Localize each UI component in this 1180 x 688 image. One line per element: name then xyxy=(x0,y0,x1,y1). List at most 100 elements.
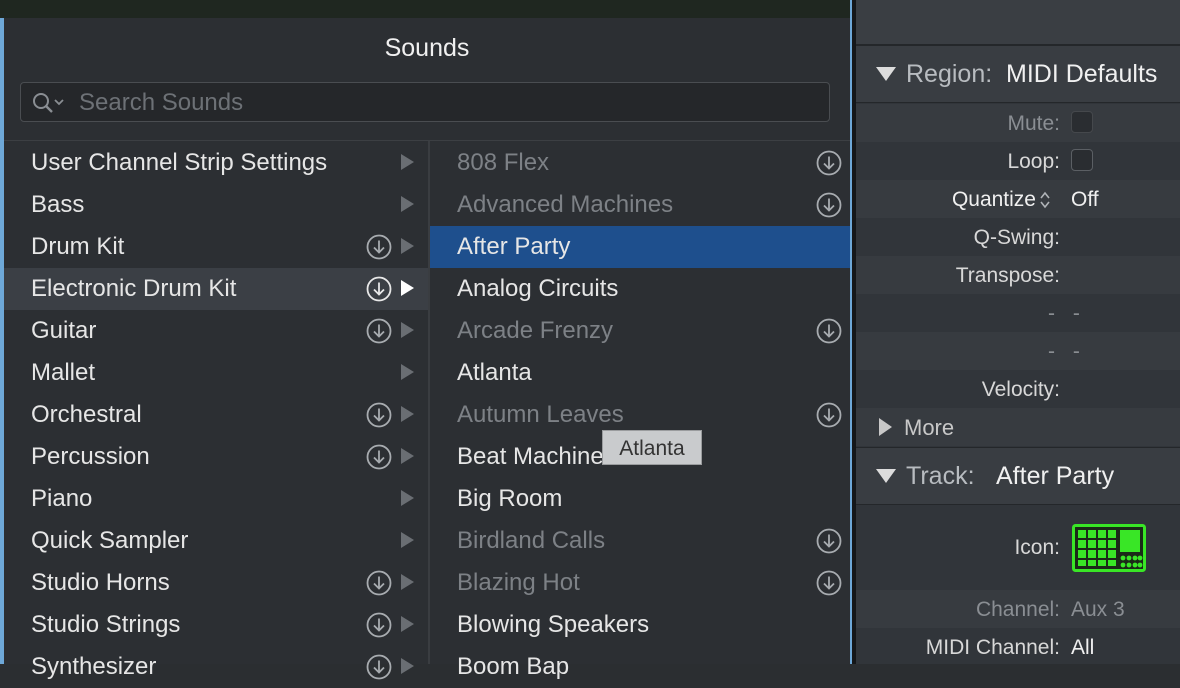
category-item[interactable]: Studio Horns xyxy=(4,562,428,604)
category-label: Quick Sampler xyxy=(31,527,189,554)
qswing-label: Q-Swing: xyxy=(973,226,1060,249)
search-field[interactable] xyxy=(20,82,830,122)
chevron-right-icon xyxy=(401,574,414,590)
download-icon[interactable] xyxy=(816,192,842,218)
mute-label: Mute: xyxy=(1007,112,1060,135)
category-item[interactable]: Synthesizer xyxy=(4,646,428,688)
track-header-value: After Party xyxy=(996,462,1115,490)
drum-machine-icon[interactable] xyxy=(1072,524,1146,572)
sound-item[interactable]: After Party xyxy=(430,226,850,268)
more-row[interactable]: More xyxy=(856,408,1180,446)
download-icon[interactable] xyxy=(366,234,392,260)
chevron-right-icon xyxy=(401,196,414,212)
midi-channel-value[interactable]: All xyxy=(1071,636,1094,660)
chevron-right-icon xyxy=(401,658,414,674)
category-item[interactable]: Studio Strings xyxy=(4,604,428,646)
region-header-label: Region: xyxy=(906,60,993,88)
sound-item[interactable]: Blowing Speakers xyxy=(430,604,850,646)
download-icon[interactable] xyxy=(816,150,842,176)
track-section-header[interactable]: Track: After Party xyxy=(856,447,1180,505)
transpose-label: Transpose: xyxy=(955,264,1060,287)
sound-label: After Party xyxy=(457,233,571,260)
category-label: Guitar xyxy=(31,317,97,344)
chevron-right-icon xyxy=(401,280,414,296)
disclosure-triangle-icon[interactable] xyxy=(876,67,896,81)
region-section-header[interactable]: Region: MIDI Defaults xyxy=(856,45,1180,103)
sound-item[interactable]: 808 Flex xyxy=(430,142,850,184)
chevron-right-icon xyxy=(401,322,414,338)
sound-item[interactable]: Boom Bap xyxy=(430,646,850,688)
sound-label: Blowing Speakers xyxy=(457,611,650,638)
download-icon[interactable] xyxy=(816,570,842,596)
download-icon[interactable] xyxy=(366,318,392,344)
search-icon[interactable] xyxy=(31,91,71,115)
download-icon[interactable] xyxy=(366,570,392,596)
loop-label: Loop: xyxy=(1007,150,1060,173)
sound-item[interactable]: Atlanta xyxy=(430,352,850,394)
chevron-right-icon xyxy=(401,154,414,170)
download-icon[interactable] xyxy=(366,444,392,470)
category-item[interactable]: User Channel Strip Settings xyxy=(4,142,428,184)
category-item[interactable]: Percussion xyxy=(4,436,428,478)
mute-checkbox[interactable] xyxy=(1071,111,1093,133)
download-icon[interactable] xyxy=(816,528,842,554)
sound-item[interactable]: Blazing Hot xyxy=(430,562,850,604)
disclosure-triangle-icon[interactable] xyxy=(879,418,892,436)
disclosure-triangle-icon[interactable] xyxy=(876,469,896,483)
category-item[interactable]: Drum Kit xyxy=(4,226,428,268)
quantize-value[interactable]: Off xyxy=(1071,188,1099,212)
category-item[interactable]: Piano xyxy=(4,478,428,520)
sound-label: 808 Flex xyxy=(457,149,550,176)
sound-item[interactable]: Arcade Frenzy xyxy=(430,310,850,352)
placeholder-row-2: - - xyxy=(856,332,1180,370)
category-label: Piano xyxy=(31,485,93,512)
download-icon[interactable] xyxy=(366,276,392,302)
sound-item[interactable]: Analog Circuits xyxy=(430,268,850,310)
transpose-row: Transpose: xyxy=(856,256,1180,294)
stepper-icon[interactable] xyxy=(1038,190,1052,210)
chevron-right-icon xyxy=(401,490,414,506)
region-header-value: MIDI Defaults xyxy=(1006,60,1158,88)
chevron-right-icon xyxy=(401,448,414,464)
quantize-row[interactable]: Quantize Off xyxy=(856,180,1180,218)
chevron-right-icon xyxy=(401,364,414,380)
hover-tooltip: Atlanta xyxy=(602,430,702,465)
sound-label: Advanced Machines xyxy=(457,191,674,218)
category-item[interactable]: Mallet xyxy=(4,352,428,394)
quantize-label: Quantize xyxy=(951,188,1036,211)
download-icon[interactable] xyxy=(816,402,842,428)
sound-item[interactable]: Birdland Calls xyxy=(430,520,850,562)
placeholder-row-1: - - xyxy=(856,294,1180,332)
download-icon[interactable] xyxy=(366,402,392,428)
chevron-right-icon xyxy=(401,238,414,254)
category-label: Percussion xyxy=(31,443,150,470)
download-icon[interactable] xyxy=(366,612,392,638)
library-separator xyxy=(4,140,850,141)
channel-value: Aux 3 xyxy=(1071,598,1125,621)
chevron-right-icon xyxy=(401,616,414,632)
channel-row: Channel: Aux 3 xyxy=(856,590,1180,628)
category-item[interactable]: Bass xyxy=(4,184,428,226)
sound-item[interactable]: Advanced Machines xyxy=(430,184,850,226)
sound-list: 808 Flex Advanced Machines After Party Anal… xyxy=(430,142,850,688)
dash-value: - - xyxy=(1048,302,1086,325)
library-panel: Sounds User Channel Strip Settings Bass Dr… xyxy=(0,18,850,680)
sound-label: Boom Bap xyxy=(457,653,570,680)
category-label: Bass xyxy=(31,191,85,218)
velocity-label: Velocity: xyxy=(981,378,1060,401)
category-item[interactable]: Electronic Drum Kit xyxy=(4,268,428,310)
chevron-right-icon xyxy=(401,406,414,422)
category-label: Studio Strings xyxy=(31,611,181,638)
velocity-row: Velocity: xyxy=(856,370,1180,408)
search-input[interactable] xyxy=(77,87,821,119)
download-icon[interactable] xyxy=(366,654,392,680)
loop-checkbox[interactable] xyxy=(1071,149,1093,171)
more-label[interactable]: More xyxy=(904,415,954,441)
download-icon[interactable] xyxy=(816,318,842,344)
category-item[interactable]: Quick Sampler xyxy=(4,520,428,562)
category-item[interactable]: Orchestral xyxy=(4,394,428,436)
channel-label: Channel: xyxy=(975,598,1060,621)
sound-item[interactable]: Big Room xyxy=(430,478,850,520)
midi-channel-row: MIDI Channel: All xyxy=(856,628,1180,666)
category-item[interactable]: Guitar xyxy=(4,310,428,352)
